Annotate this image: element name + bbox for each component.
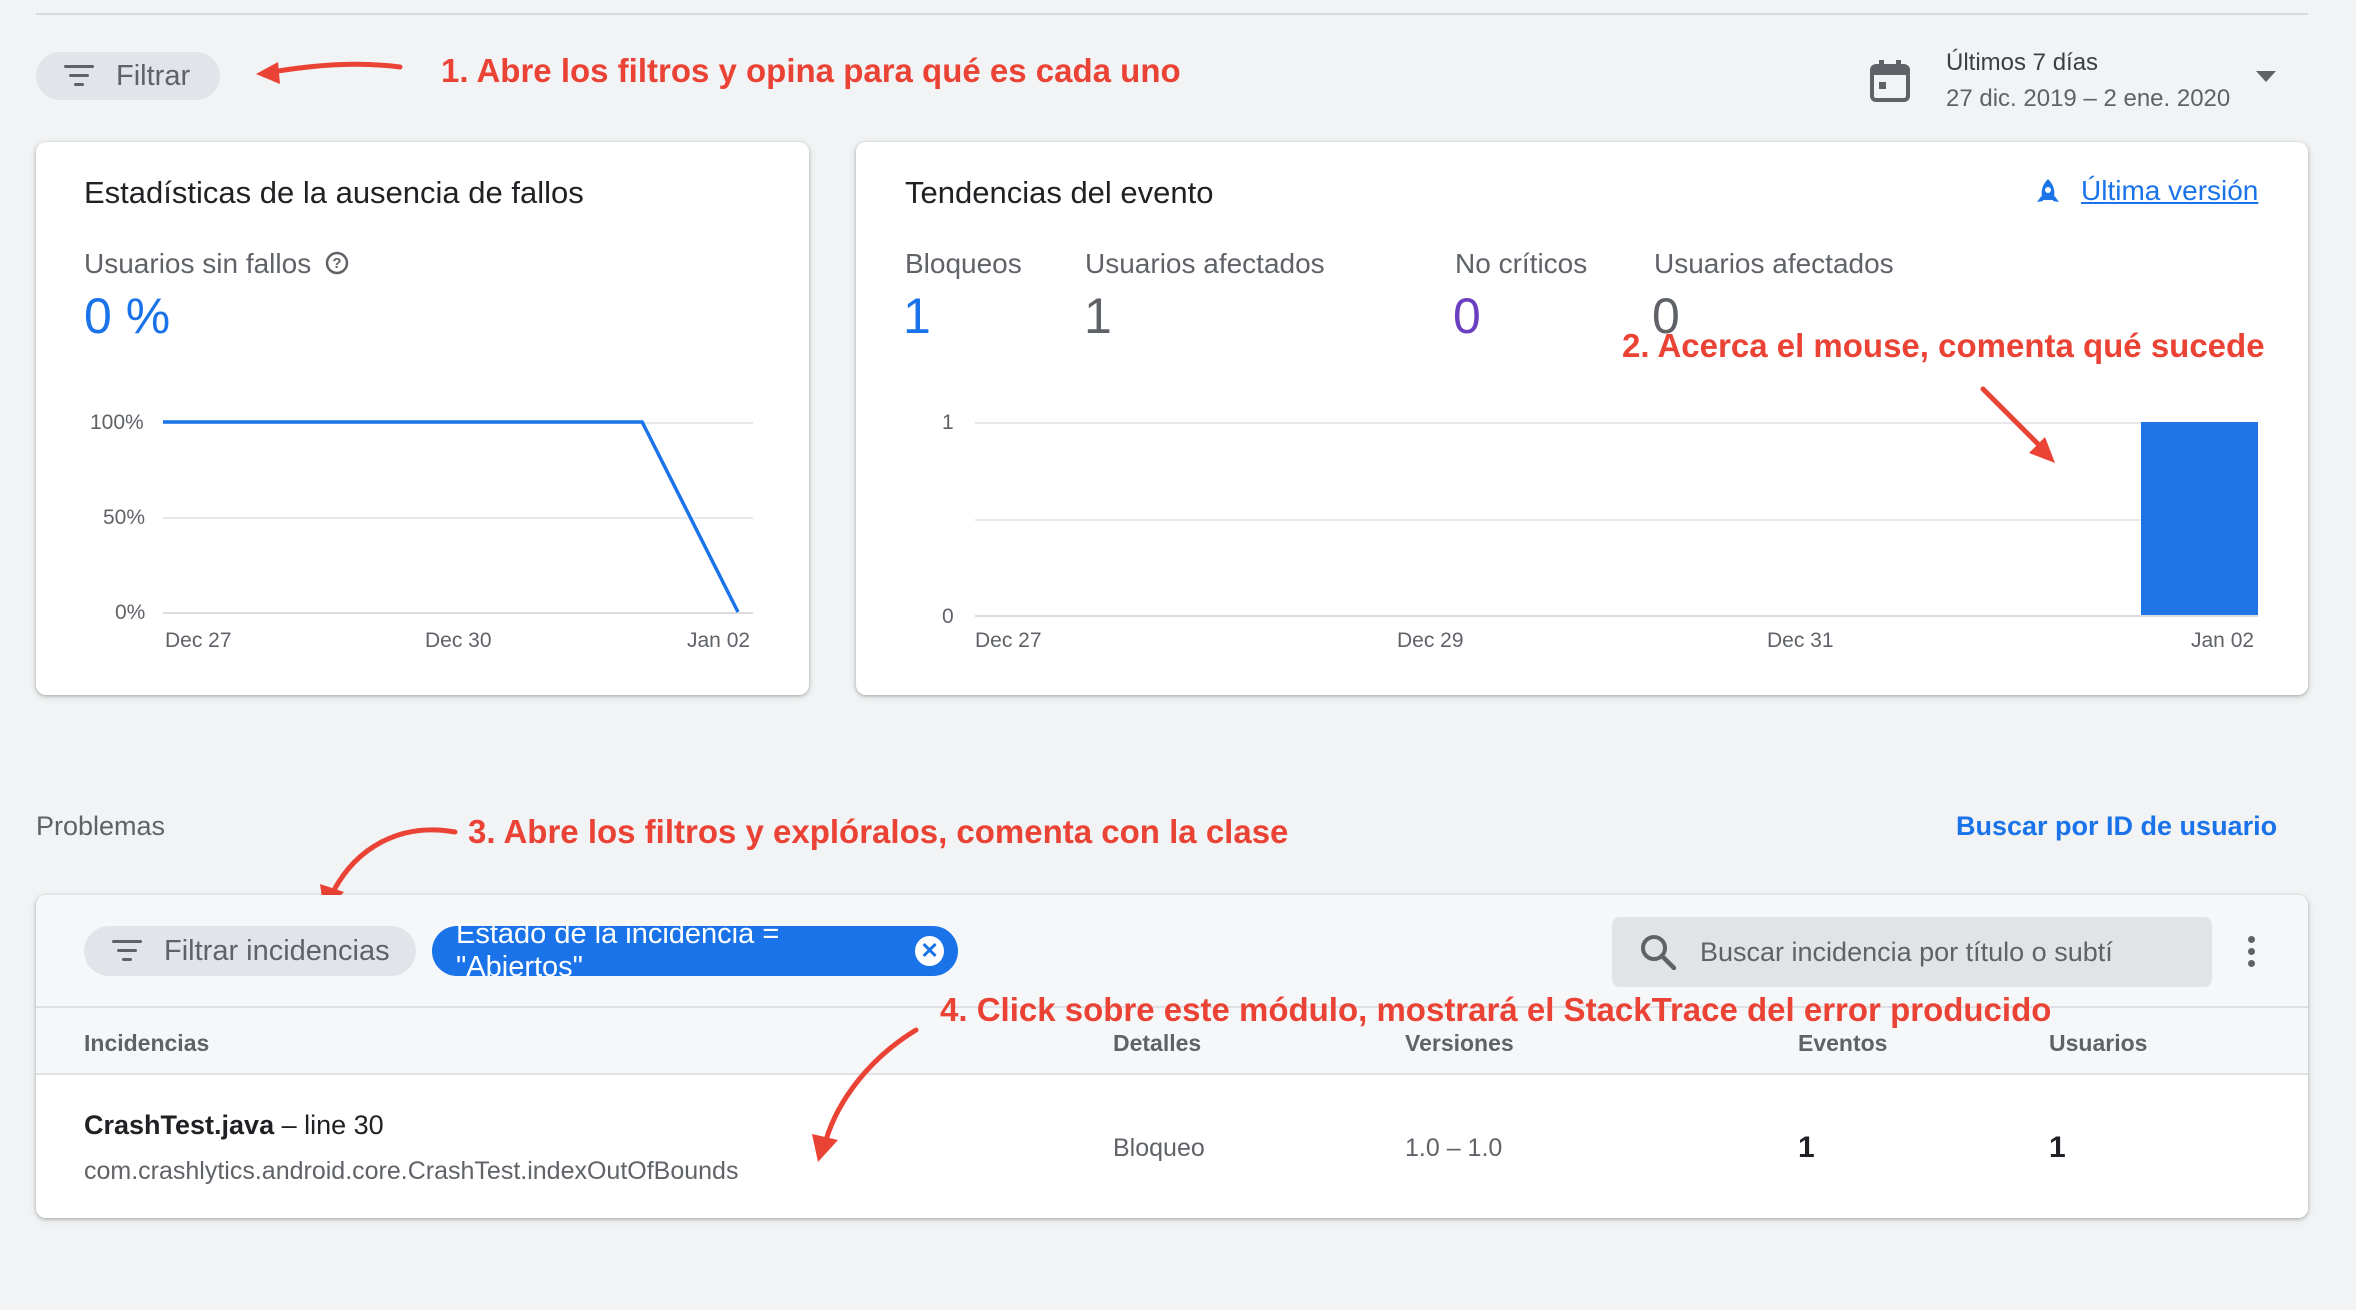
stat-value-crashes: 1 xyxy=(903,288,931,344)
issue-subtitle: com.crashlytics.android.core.CrashTest.i… xyxy=(84,1157,739,1185)
latest-version-link[interactable]: Última versión xyxy=(2081,175,2258,207)
search-by-user-id-link[interactable]: Buscar por ID de usuario xyxy=(1956,811,2277,842)
stat-label-non-fatals: No críticos xyxy=(1455,248,1588,279)
rocket-icon xyxy=(2037,179,2059,202)
issue-users: 1 xyxy=(2049,1131,2066,1164)
crash-free-title: Estadísticas de la ausencia de fallos xyxy=(84,175,584,210)
date-range-picker[interactable] xyxy=(1870,60,1910,107)
header-divider xyxy=(36,1073,2308,1075)
x-tick-label: Dec 31 xyxy=(1767,629,1834,652)
annotation-arrow-1 xyxy=(256,61,403,84)
stat-label-crashes: Bloqueos xyxy=(905,248,1022,279)
annotation-3: 3. Abre los filtros y explóralos, coment… xyxy=(468,813,1289,850)
filter-icon xyxy=(112,940,142,962)
crash-free-line-chart xyxy=(163,420,740,613)
date-range-title: Últimos 7 días xyxy=(1946,49,2099,76)
issue-file: CrashTest.java xyxy=(84,1110,275,1140)
crash-free-users-label: Usuarios sin fallos ? xyxy=(84,248,349,280)
close-icon[interactable]: ✕ xyxy=(915,936,944,966)
annotation-arrow-2 xyxy=(1980,386,2055,463)
search-icon xyxy=(1641,935,1676,970)
date-range-dates: 27 dic. 2019 – 2 ene. 2020 xyxy=(1946,85,2231,112)
y-tick-label: 50% xyxy=(103,506,146,529)
annotation-4: 4. Click sobre este módulo, mostrará el … xyxy=(940,991,2052,1028)
event-trends-bar-chart[interactable] xyxy=(975,400,2258,620)
annotation-2: 2. Acerca el mouse, comenta qué sucede xyxy=(1622,327,2265,364)
x-tick-label: Dec 27 xyxy=(975,629,1042,652)
filter-button-label: Filtrar xyxy=(116,59,191,92)
status-filter-chip[interactable]: Estado de la incidencia = "Abiertos" ✕ xyxy=(432,918,958,983)
y-tick-label: 100% xyxy=(90,411,144,434)
x-tick-label: Dec 29 xyxy=(1397,629,1464,652)
annotation-1: 1. Abre los filtros y opina para qué es … xyxy=(441,52,1181,89)
x-tick-label: Dec 30 xyxy=(425,629,492,652)
issue-title[interactable]: CrashTest.java – line 30 xyxy=(84,1110,384,1141)
issue-search-box[interactable]: Buscar incidencia por título o subtí xyxy=(1612,917,2212,987)
help-icon[interactable]: ? xyxy=(325,251,349,275)
issue-events: 1 xyxy=(1798,1131,1815,1164)
issue-details: Bloqueo xyxy=(1113,1134,1205,1162)
column-header-events[interactable]: Eventos xyxy=(1798,1030,1887,1057)
column-header-versions[interactable]: Versiones xyxy=(1405,1030,1514,1057)
filter-issues-button[interactable]: Filtrar incidencias xyxy=(84,926,416,976)
top-divider xyxy=(36,13,2308,15)
event-trends-title: Tendencias del evento xyxy=(905,175,1214,210)
filter-issues-label: Filtrar incidencias xyxy=(164,934,390,967)
chevron-down-icon[interactable] xyxy=(2256,71,2276,83)
column-header-users[interactable]: Usuarios xyxy=(2049,1030,2147,1057)
x-tick-label: Dec 27 xyxy=(165,629,232,652)
stat-label-affected-users-nf: Usuarios afectados xyxy=(1654,248,1894,279)
calendar-icon xyxy=(1870,60,1910,102)
stat-value-non-fatals: 0 xyxy=(1453,288,1481,344)
svg-text:?: ? xyxy=(332,255,341,272)
x-tick-label: Jan 02 xyxy=(2191,629,2255,652)
column-header-issues[interactable]: Incidencias xyxy=(84,1030,209,1057)
y-tick-label: 0 xyxy=(942,605,954,628)
stat-value-affected-users: 1 xyxy=(1084,288,1112,344)
y-tick-label: 0% xyxy=(115,601,146,624)
series-line xyxy=(163,420,740,613)
search-input[interactable]: Buscar incidencia por título o subtí xyxy=(1700,937,2113,968)
bar-jan-02[interactable] xyxy=(2141,422,2258,615)
filter-button[interactable]: Filtrar xyxy=(36,52,220,100)
issue-versions: 1.0 – 1.0 xyxy=(1405,1134,1503,1162)
more-options-icon[interactable] xyxy=(2248,936,2255,967)
column-header-details[interactable]: Detalles xyxy=(1113,1030,1201,1057)
issues-section-title: Problemas xyxy=(36,811,166,841)
stat-label-affected-users: Usuarios afectados xyxy=(1085,248,1325,279)
y-tick-label: 1 xyxy=(942,411,954,434)
issue-line: – line 30 xyxy=(274,1110,384,1140)
status-filter-label: Estado de la incidencia = "Abiertos" xyxy=(456,918,780,983)
x-tick-label: Jan 02 xyxy=(687,629,751,652)
filter-icon xyxy=(64,65,94,87)
crash-free-users-value: 0 % xyxy=(84,288,171,344)
